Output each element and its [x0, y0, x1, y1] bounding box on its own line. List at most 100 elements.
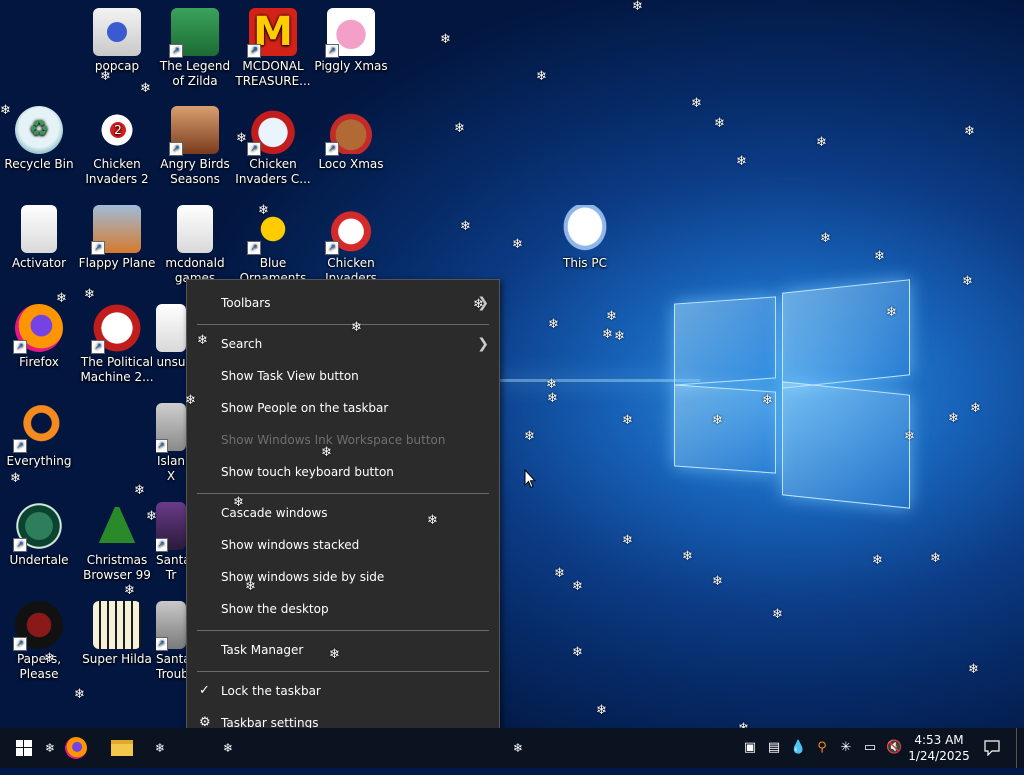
snowflake-icon: ❄: [632, 0, 643, 14]
taskbar[interactable]: ❄ ❄ ❄ ❄ ▣ ▤ 💧 ⚲ ✳ ▭ 🔇 4:53 AM 1/24/2025: [0, 728, 1024, 768]
desktop-icon-loco-xmas[interactable]: ↗ Loco Xmas: [312, 106, 390, 172]
checkmark-icon: ✓: [199, 683, 210, 698]
snowflake-icon: ❄: [74, 687, 85, 702]
taskbar-file-explorer-button[interactable]: [102, 728, 142, 768]
snowflake-icon: ❄: [816, 135, 827, 150]
menu-item-show-people[interactable]: Show People on the taskbar: [187, 393, 499, 423]
computer-icon: [561, 205, 609, 253]
desktop-icon-legend-of-zilda[interactable]: ↗ The Legend of Zilda: [156, 8, 234, 89]
pig-icon: ↗: [325, 8, 375, 58]
program-icon[interactable]: ▤: [766, 740, 782, 756]
taskbar-clock[interactable]: 4:53 AM 1/24/2025: [908, 732, 970, 764]
chicken-santa-icon: ↗: [325, 205, 375, 255]
desktop-icon-santa-tr[interactable]: ↗ Santa Tr: [156, 502, 186, 583]
snowflake-icon: ❄: [154, 741, 166, 755]
snowflake-icon: ❄: [572, 579, 583, 594]
menu-item-task-manager[interactable]: Task Manager: [187, 635, 499, 665]
snowflake-icon: ❄: [140, 81, 151, 96]
menu-separator: [197, 671, 489, 672]
chicken-icon: 2: [93, 106, 141, 154]
snowflake-icon: ❄: [454, 121, 465, 136]
desktop-icon-recycle-bin[interactable]: ♻ Recycle Bin: [0, 106, 78, 172]
menu-separator: [197, 630, 489, 631]
snowflake-icon: ❄: [682, 549, 693, 564]
menu-item-show-windows-ink: Show Windows Ink Workspace button: [221, 433, 446, 447]
snowflake-icon: ❄: [691, 96, 702, 111]
desktop-icon-piggly-xmas[interactable]: ↗ Piggly Xmas: [312, 8, 390, 74]
angry-birds-icon: ↗: [169, 106, 219, 156]
desktop-icon-chicken-invaders-2[interactable]: 2 Chicken Invaders 2: [78, 106, 156, 187]
desktop-icon-popcap[interactable]: popcap: [78, 8, 156, 74]
papers-please-icon: ↗: [13, 601, 63, 651]
snowflake-icon: ❄: [772, 607, 783, 622]
desktop-icon-firefox[interactable]: ↗ Firefox: [0, 304, 78, 370]
snowflake-tray-icon[interactable]: ✳: [838, 740, 854, 756]
recycle-bin-icon: ♻: [15, 106, 63, 154]
water-drop-icon[interactable]: 💧: [790, 740, 806, 756]
snowflake-icon: ❄: [222, 741, 234, 755]
mcdonalds-icon: M ↗: [247, 8, 297, 58]
network-icon[interactable]: ▭: [862, 740, 878, 756]
firefox-icon: [65, 737, 87, 759]
snowflake-icon: ❄: [948, 411, 959, 426]
christmas-tree-icon: [97, 502, 137, 546]
menu-item-show-windows-side-by-side[interactable]: Show windows side by side: [187, 562, 499, 592]
desktop-icon-super-hilda[interactable]: Super Hilda: [78, 601, 156, 667]
chevron-right-icon: ❯: [477, 295, 489, 311]
action-center-button[interactable]: [976, 728, 1008, 768]
desktop-icon-everything[interactable]: ↗ Everything: [0, 403, 78, 469]
snowflake-icon: ❄: [622, 533, 633, 548]
political-machine-icon: ↗: [91, 304, 141, 354]
desktop-icon-mcdonald-games[interactable]: mcdonald games: [156, 205, 234, 286]
desktop-icon-this-pc[interactable]: This PC: [546, 205, 624, 271]
search-everything-icon[interactable]: ⚲: [814, 740, 830, 756]
undertale-icon: ↗: [13, 502, 63, 552]
desktop-icon-blue-ornaments[interactable]: ↗ Blue Ornaments: [234, 205, 312, 286]
show-desktop-button[interactable]: [1016, 728, 1024, 768]
menu-item-show-windows-stacked[interactable]: Show windows stacked: [187, 530, 499, 560]
menu-item-show-the-desktop[interactable]: Show the desktop: [187, 594, 499, 624]
desktop-icon-chicken-invaders[interactable]: ↗ Chicken Invaders: [312, 205, 390, 286]
menu-item-lock-the-taskbar[interactable]: ✓ Lock the taskbar: [187, 676, 499, 706]
menu-separator: [197, 493, 489, 494]
desktop-icon-flappy-plane[interactable]: ↗ Flappy Plane: [78, 205, 156, 271]
desktop-icon-papers-please[interactable]: ↗ Papers, Please: [0, 601, 78, 682]
security-icon[interactable]: ▣: [742, 740, 758, 756]
santa-icon: ↗: [156, 502, 186, 552]
desktop-icon-santa-troubl[interactable]: ↗ Santa Troubl: [156, 601, 186, 682]
menu-item-show-touch-keyboard[interactable]: Show touch keyboard button: [187, 457, 499, 487]
snowflake-icon: ❄: [554, 566, 565, 581]
desktop-icon-unsu[interactable]: unsu: [156, 304, 186, 370]
snowflake-icon: ❄: [736, 154, 747, 169]
snowflake-icon: ❄: [962, 274, 973, 289]
desktop-icon-islan[interactable]: ↗ Islan X: [156, 403, 186, 484]
menu-item-toolbars[interactable]: Toolbars ❯: [187, 288, 499, 318]
desktop-icon-undertale[interactable]: ↗ Undertale: [0, 502, 78, 568]
super-hilda-icon: [93, 601, 141, 649]
notification-icon: [984, 740, 1000, 757]
chevron-right-icon: ❯: [477, 336, 489, 352]
taskbar-firefox-button[interactable]: [56, 728, 96, 768]
desktop-icon-mcdonald-treasure[interactable]: M ↗ MCDONAL TREASURE...: [234, 8, 312, 89]
desktop-icon-political-machine[interactable]: ↗ The Political Machine 2...: [78, 304, 156, 385]
file-icon: [21, 205, 57, 253]
snowflake-icon: ❄: [84, 287, 95, 302]
desktop-icon-chicken-invaders-c[interactable]: ↗ Chicken Invaders C...: [234, 106, 312, 187]
menu-item-search[interactable]: Search ❯: [187, 329, 499, 359]
menu-item-cascade-windows[interactable]: Cascade windows: [187, 498, 499, 528]
menu-item-show-task-view-button[interactable]: Show Task View button: [187, 361, 499, 391]
desktop-icon-christmas-browser-99[interactable]: Christmas Browser 99: [78, 502, 156, 583]
mouse-cursor-icon: [524, 469, 536, 489]
desktop-background[interactable]: popcap ↗ The Legend of Zilda M ↗ MCDONAL …: [0, 0, 1024, 728]
taskbar-context-menu: Toolbars ❯ Search ❯ Show Task View butto…: [185, 279, 500, 751]
firefox-icon: ↗: [13, 304, 63, 354]
island-game-icon: ↗: [156, 403, 186, 453]
snowflake-icon: ❄: [596, 703, 607, 718]
desktop-icon-angry-birds-seasons[interactable]: ↗ Angry Birds Seasons: [156, 106, 234, 187]
menu-separator: [197, 324, 489, 325]
volume-muted-icon[interactable]: 🔇: [886, 740, 902, 756]
desktop-icon-activator[interactable]: Activator: [0, 205, 78, 271]
snowflake-icon: ❄: [614, 329, 625, 344]
snowflake-icon: ❄: [872, 553, 883, 568]
file-explorer-icon: [111, 740, 133, 756]
